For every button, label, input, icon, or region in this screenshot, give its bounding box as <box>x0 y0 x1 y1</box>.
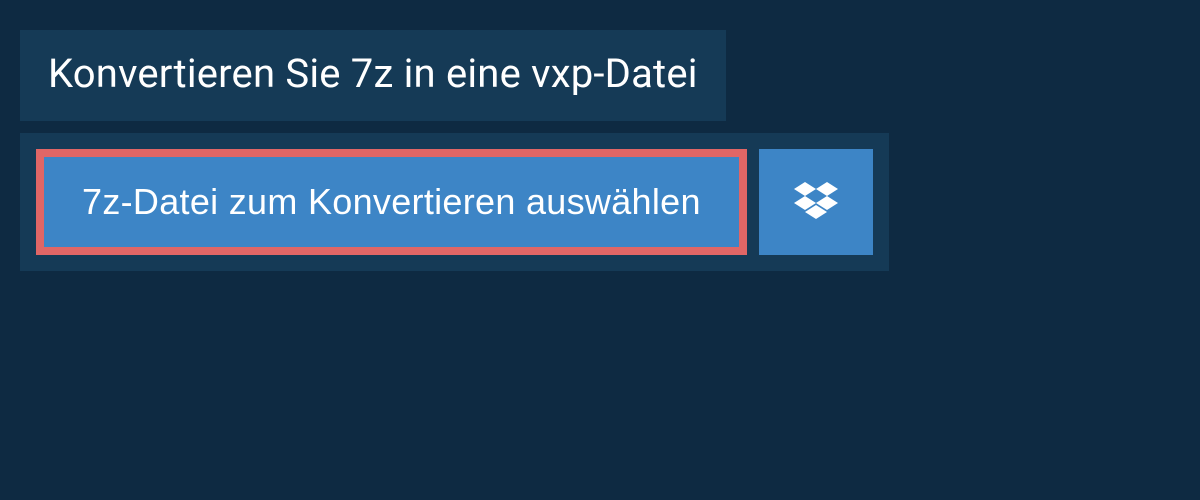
page-title: Konvertieren Sie 7z in eine vxp-Datei <box>48 50 698 97</box>
select-file-label: 7z-Datei zum Konvertieren auswählen <box>82 181 701 223</box>
select-file-button[interactable]: 7z-Datei zum Konvertieren auswählen <box>36 149 747 255</box>
upload-panel: 7z-Datei zum Konvertieren auswählen <box>20 133 889 271</box>
dropbox-icon <box>794 182 838 222</box>
dropbox-button[interactable] <box>759 149 873 255</box>
page-header: Konvertieren Sie 7z in eine vxp-Datei <box>20 30 726 121</box>
